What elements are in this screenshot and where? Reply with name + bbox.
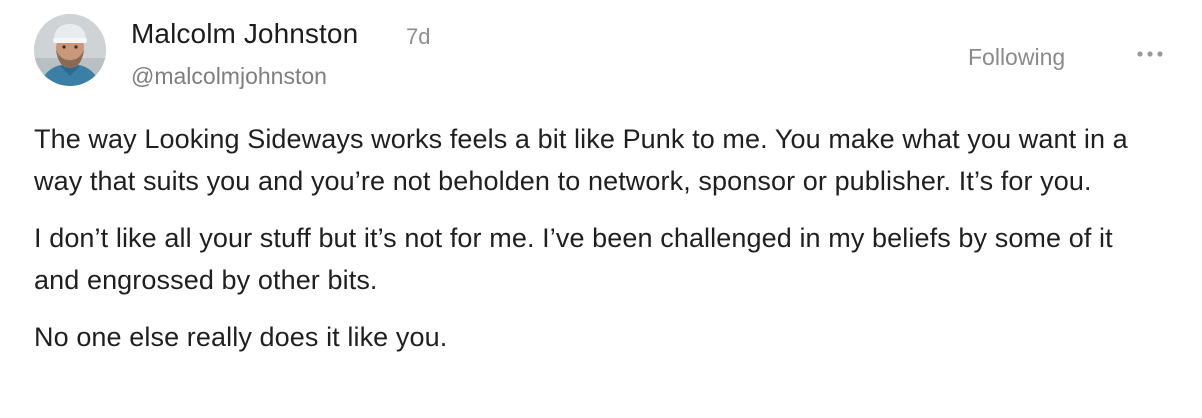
post-body: The way Looking Sideways works feels a b… xyxy=(34,118,1154,373)
post-paragraph: No one else really does it like you. xyxy=(34,322,448,352)
post-paragraph: I don’t like all your stuff but it’s not… xyxy=(34,223,1113,295)
avatar-image xyxy=(34,14,106,86)
author-name[interactable]: Malcolm Johnston xyxy=(131,18,358,50)
avatar[interactable] xyxy=(34,14,106,86)
post-paragraph: The way Looking Sideways works feels a b… xyxy=(34,124,1128,196)
post-timestamp: 7d xyxy=(406,24,431,49)
author-handle[interactable]: @malcolmjohnston xyxy=(131,63,327,90)
ellipsis-icon xyxy=(1137,51,1163,57)
following-button[interactable]: Following xyxy=(958,40,1075,74)
more-options-button[interactable] xyxy=(1130,42,1170,66)
post-card: Malcolm Johnston 7d @malcolmjohnston Fol… xyxy=(0,0,1202,418)
